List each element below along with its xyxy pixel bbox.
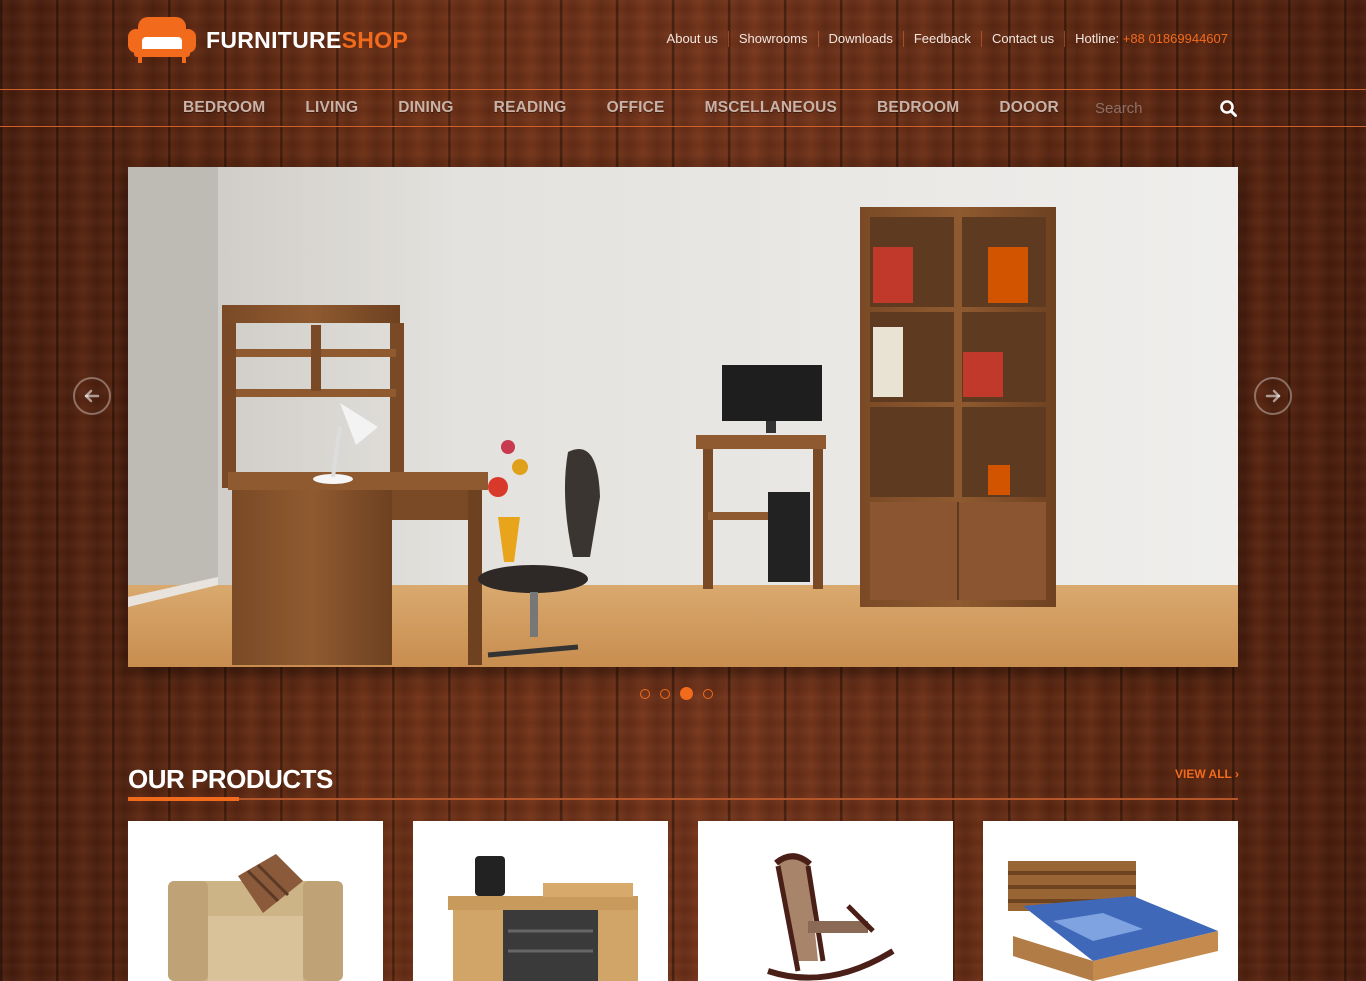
top-link-feedback[interactable]: Feedback <box>902 31 981 47</box>
search-input[interactable] <box>1087 96 1223 120</box>
product-cards <box>128 821 1238 981</box>
nav-items: BEDROOM LIVING DINING READING OFFICE MSC… <box>163 90 1079 126</box>
logo[interactable]: FURNITURESHOP <box>128 15 408 65</box>
product-card-office-desk[interactable] <box>413 821 668 981</box>
slider-dot-3[interactable] <box>680 687 693 700</box>
top-links: About us Showrooms Downloads Feedback Co… <box>657 31 1228 47</box>
view-all-label: VIEW ALL <box>1175 767 1232 781</box>
rocking-chair-image <box>767 853 895 981</box>
armchair-image <box>168 854 343 981</box>
top-link-contact[interactable]: Contact us <box>980 31 1064 47</box>
nav-item-reading[interactable]: READING <box>474 99 587 117</box>
nav-item-office[interactable]: OFFICE <box>587 99 685 117</box>
section-divider <box>128 798 1238 800</box>
nav-item-door[interactable]: DOOOR <box>979 99 1079 117</box>
slider-dot-4[interactable] <box>703 688 713 699</box>
wooden-bed-image <box>1008 861 1218 981</box>
nav-item-living[interactable]: LIVING <box>285 99 378 117</box>
hotline-number[interactable]: +88 01869944607 <box>1123 31 1228 46</box>
top-link-about[interactable]: About us <box>657 31 728 47</box>
top-link-showrooms[interactable]: Showrooms <box>727 31 818 47</box>
top-header: FURNITURESHOP About us Showrooms Downloa… <box>0 0 1366 89</box>
hotline-label: Hotline: <box>1075 31 1120 46</box>
products-heading: OUR PRODUCTS <box>128 764 333 794</box>
hero-slider[interactable] <box>128 167 1238 667</box>
search-icon[interactable] <box>1218 98 1240 120</box>
product-card-bed[interactable] <box>983 821 1238 981</box>
brand-name-part2: SHOP <box>341 26 408 53</box>
sofa-icon <box>128 15 196 65</box>
slider-dot-1[interactable] <box>640 688 650 699</box>
slide-image <box>128 167 1238 667</box>
nav-item-bedroom[interactable]: BEDROOM <box>163 99 285 117</box>
arrow-right-icon <box>1265 389 1281 403</box>
brand-name-part1: FURNITURE <box>206 26 342 53</box>
main-nav: BEDROOM LIVING DINING READING OFFICE MSC… <box>0 89 1366 127</box>
view-all-link[interactable]: VIEW ALL › <box>1175 767 1239 781</box>
office-desk-image <box>448 856 638 981</box>
slider-dots <box>640 687 723 700</box>
top-link-downloads[interactable]: Downloads <box>817 31 903 47</box>
slider-dot-2[interactable] <box>660 688 670 699</box>
slider-next-button[interactable] <box>1254 377 1292 415</box>
section-divider-accent <box>128 797 239 801</box>
slider-prev-button[interactable] <box>73 377 111 415</box>
nav-item-bedroom-2[interactable]: BEDROOM <box>857 99 979 117</box>
hotline: Hotline: +88 01869944607 <box>1064 31 1228 47</box>
product-card-rocking-chair[interactable] <box>698 821 953 981</box>
brand-name: FURNITURESHOP <box>206 27 408 54</box>
arrow-left-icon <box>84 389 100 403</box>
chevron-right-icon: › <box>1235 767 1240 781</box>
product-card-armchair[interactable] <box>128 821 383 981</box>
nav-item-dining[interactable]: DINING <box>378 99 473 117</box>
nav-item-miscellaneous[interactable]: MSCELLANEOUS <box>685 99 857 117</box>
